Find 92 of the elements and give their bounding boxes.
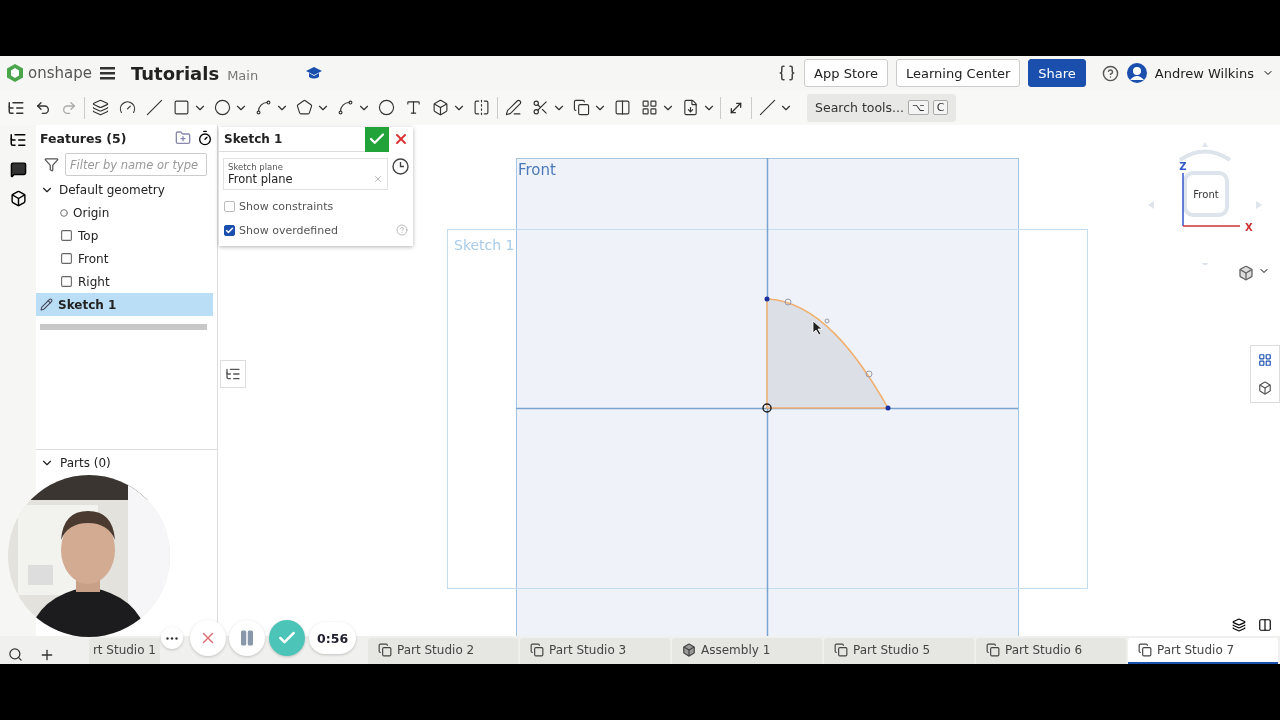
point-icon [60, 208, 68, 217]
scissors-icon [532, 99, 549, 116]
list-toggle-button[interactable] [220, 360, 246, 388]
part-studio-icon [986, 643, 1000, 657]
box-icon [1258, 381, 1272, 395]
shortcut-key: ⌥ [908, 100, 929, 115]
search-icon [7, 647, 23, 662]
text-icon [405, 99, 422, 116]
grid-icon [1258, 353, 1272, 367]
cancel-button[interactable] [389, 126, 413, 152]
document-tab[interactable]: Part Studio 6 [976, 638, 1126, 664]
share-button[interactable]: Share [1028, 59, 1086, 87]
origin-point[interactable] [762, 403, 772, 413]
filter-field[interactable]: Filter by name or type [65, 153, 207, 176]
undo-icon [35, 99, 51, 116]
part-studio-icon [834, 643, 848, 657]
sketch-label: Sketch 1 [454, 237, 515, 253]
layers-icon[interactable] [1232, 618, 1246, 632]
user-name[interactable]: Andrew Wilkins [1154, 65, 1254, 81]
document-tab[interactable]: Assembly 1 [672, 638, 822, 664]
graduation-cap-icon[interactable] [306, 66, 323, 80]
help-icon[interactable] [1101, 64, 1119, 82]
document-tab[interactable]: Part Studio 3 [520, 638, 670, 664]
document-tab[interactable]: Part Studio 7 [1128, 638, 1278, 664]
feature-item[interactable]: Top [36, 224, 213, 247]
checkbox[interactable] [224, 200, 235, 212]
search-tools-field[interactable]: Search tools... ⌥ C [807, 93, 957, 122]
accept-button[interactable] [365, 126, 389, 152]
logo[interactable]: onshape [6, 63, 92, 83]
spline-icon [337, 99, 354, 116]
document-tab[interactable]: Part Studio 2 [368, 638, 518, 664]
feature-item[interactable]: Front [36, 247, 213, 270]
pause-icon [238, 629, 256, 647]
redo-icon [61, 99, 77, 116]
part-studio-icon [378, 643, 392, 657]
circle-icon [214, 99, 231, 116]
feature-item[interactable]: Right [36, 270, 213, 293]
arc-icon [255, 99, 272, 116]
feature-item[interactable]: Sketch 1 [36, 293, 213, 316]
line-icon [146, 99, 163, 116]
workspace-name: Main [227, 67, 259, 83]
user-avatar-icon[interactable] [1126, 63, 1147, 83]
part-studio-icon [530, 643, 544, 657]
check-icon [225, 225, 234, 235]
sketch-plane-field[interactable]: Sketch plane Front plane [223, 158, 388, 190]
pencil-icon [40, 298, 53, 311]
point-icon [378, 99, 395, 116]
stopwatch-icon[interactable] [197, 130, 213, 146]
feature-item[interactable]: Origin [36, 201, 213, 224]
document-tab[interactable]: Part Studio 5 [824, 638, 974, 664]
dialog-title: Sketch 1 [223, 132, 284, 146]
plane-label: Front [518, 161, 556, 179]
file-import-icon [682, 99, 699, 116]
document-title: Tutorials [130, 62, 220, 84]
filter-icon[interactable] [44, 157, 59, 172]
checkbox[interactable] [224, 224, 235, 236]
columns-icon[interactable] [1258, 618, 1272, 632]
grid-icon [641, 99, 658, 116]
mirror-icon [473, 99, 490, 116]
polygon-icon [296, 99, 313, 116]
view-cube[interactable]: Front Z X [1140, 135, 1270, 265]
variables-icon[interactable] [778, 64, 797, 82]
box-icon[interactable] [9, 190, 27, 207]
document-tab[interactable]: rt Studio 1 [88, 638, 160, 664]
option-checkbox[interactable]: Show overdefined [219, 218, 413, 242]
panel-title: Features (5) [40, 130, 128, 146]
option-checkbox[interactable]: Show constraints [219, 194, 413, 218]
plane-icon [60, 229, 73, 242]
cube-icon [682, 643, 696, 657]
comment-icon[interactable] [9, 161, 27, 178]
clock-icon[interactable] [392, 158, 409, 175]
columns-icon [614, 99, 631, 116]
view-cube-icon[interactable] [1238, 265, 1254, 281]
feature-item[interactable]: Default geometry [36, 178, 213, 201]
plane-icon [60, 275, 73, 288]
plane-icon [60, 252, 73, 265]
part-studio-icon [1138, 643, 1152, 657]
folder-plus-icon[interactable] [175, 130, 191, 146]
scrollbar[interactable] [40, 324, 207, 330]
close-icon [393, 131, 409, 147]
rectangle-icon [173, 99, 190, 116]
header-button[interactable]: App Store [804, 59, 888, 87]
feature-tree-icon[interactable] [9, 131, 27, 149]
mouse-cursor [812, 320, 823, 336]
header-button[interactable]: Learning Center [896, 59, 1021, 87]
gauge-icon [119, 99, 136, 116]
more-icon [166, 636, 178, 640]
menu-icon[interactable] [99, 66, 115, 80]
list-icon [225, 366, 241, 382]
layers-icon [92, 99, 109, 116]
box-icon [432, 99, 449, 116]
shortcut-key: C [932, 100, 949, 115]
